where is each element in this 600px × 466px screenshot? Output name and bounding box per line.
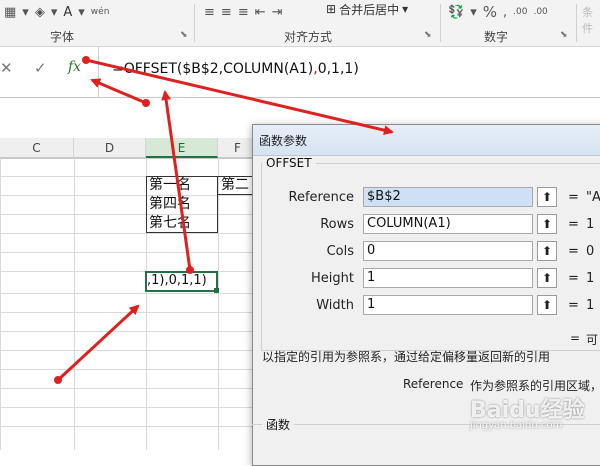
arg-label-width: Width (316, 298, 354, 313)
formula-input[interactable]: =OFFSET($B$2,COLUMN(A1),0,1,1) (112, 61, 359, 77)
arg-label-height: Height (311, 271, 354, 286)
gridline (0, 252, 260, 253)
formula-text-part: =OFFSET($B$2,COLUMN(A1) (112, 61, 314, 77)
comma-style-button[interactable]: , (503, 5, 507, 20)
watermark-url: jingyan.baidu.com (470, 420, 563, 431)
decrease-indent-icon[interactable]: ⇤ (255, 5, 266, 20)
arg-label-reference: Reference (288, 190, 354, 205)
arg-result-cols: 0 (586, 244, 595, 259)
arg-input-rows[interactable]: COLUMN(A1) (363, 214, 533, 234)
gridline (0, 369, 260, 370)
ribbon-separator (440, 4, 441, 42)
ribbon: ▦ ▾ ◈ ▾ A ▾ wén 字体 ⬊ ≡ ≡ ≡ ⇤ ⇥ ⊞ 合并后居中 ▾… (0, 0, 600, 47)
chevron-down-icon[interactable]: ▾ (78, 5, 85, 20)
formula-bar: ✕ ✓ fx =OFFSET($B$2,COLUMN(A1),0,1,1) (0, 47, 600, 127)
arg-equals: = (568, 271, 579, 286)
arg-input-reference[interactable]: $B$2 (363, 187, 533, 207)
column-header-d[interactable]: D (74, 138, 146, 158)
dialog-title-bar[interactable]: 函数参数 (253, 125, 600, 156)
active-cell-edit-text[interactable]: ,1),0,1,1) (147, 271, 207, 291)
arg-result-width: 1 (586, 298, 595, 313)
gridline (0, 331, 260, 332)
chevron-down-icon[interactable]: ▾ (470, 5, 477, 20)
ribbon-number-tools: 💱 ▾ % , .00 .00 (448, 0, 548, 24)
gridline (0, 407, 260, 408)
formula-text-part: 0,1,1) (317, 61, 359, 77)
arg-help-name: Reference (403, 377, 464, 391)
number-dialog-launcher-icon[interactable]: ⬊ (560, 30, 568, 40)
collapse-dialog-icon[interactable]: ⬆ (537, 268, 557, 288)
collapse-dialog-icon[interactable]: ⬆ (537, 187, 557, 207)
borders-icon[interactable]: ▦ (4, 5, 16, 20)
font-color-icon[interactable]: A (63, 5, 72, 20)
font-dialog-launcher-icon[interactable]: ⬊ (180, 30, 188, 40)
gridline (0, 293, 260, 294)
group-label-number: 数字 (484, 30, 509, 44)
gridline (0, 214, 260, 215)
enter-icon[interactable]: ✓ (34, 59, 47, 77)
formula-result-value: 可 (586, 333, 599, 347)
column-header-e[interactable]: E (146, 138, 218, 158)
arg-result-reference: "A (586, 190, 600, 205)
arg-label-rows: Rows (320, 217, 354, 232)
gridline (0, 388, 260, 389)
arg-result-rows: 1 (586, 217, 595, 232)
function-name: OFFSET (262, 156, 316, 170)
gridline (0, 312, 260, 313)
arg-result-height: 1 (586, 271, 595, 286)
ribbon-separator (194, 4, 195, 42)
dialog-title: 函数参数 (259, 134, 308, 148)
function-description: 以指定的引用为参照系，通过给定偏移量返回新的引用 (262, 350, 551, 364)
insert-function-icon[interactable]: fx (68, 59, 81, 75)
gridline (0, 233, 260, 234)
percent-button[interactable]: % (483, 3, 497, 21)
chevron-down-icon[interactable]: ▾ (51, 5, 58, 20)
collapse-dialog-icon[interactable]: ⬆ (537, 295, 557, 315)
arg-equals: = (568, 217, 579, 232)
align-center-icon[interactable]: ≡ (221, 5, 232, 20)
fill-handle[interactable] (214, 288, 219, 293)
currency-icon[interactable]: 💱 (448, 5, 464, 20)
formula-result-equals: = (570, 331, 581, 345)
ribbon-font-tools: ▦ ▾ ◈ ▾ A ▾ wén (4, 0, 109, 24)
collapse-dialog-icon[interactable]: ⬆ (537, 214, 557, 234)
ribbon-partial-label: 条件 (582, 6, 593, 35)
arg-equals: = (568, 298, 579, 313)
function-help-section: 函数 (262, 416, 295, 433)
arg-equals: = (568, 190, 579, 205)
column-header-c[interactable]: C (0, 138, 74, 158)
collapse-dialog-icon[interactable]: ⬆ (537, 241, 557, 261)
align-left-icon[interactable]: ≡ (204, 5, 215, 20)
merge-center-label: 合并后居中 (339, 2, 400, 17)
arg-label-cols: Cols (326, 244, 354, 259)
cell-f1[interactable]: 第二 (221, 175, 255, 195)
gridline (0, 350, 260, 351)
ribbon-separator (576, 4, 577, 42)
align-right-icon[interactable]: ≡ (238, 5, 249, 20)
group-label-font: 字体 (50, 30, 75, 44)
merge-center-icon: ⊞ (326, 2, 337, 16)
merge-center-button[interactable]: ⊞ 合并后居中 ▾ (326, 0, 408, 18)
chevron-down-icon[interactable]: ▾ (22, 5, 29, 20)
phonetic-icon[interactable]: wén (91, 7, 110, 17)
cancel-icon[interactable]: ✕ (0, 59, 13, 77)
gridline (0, 195, 260, 196)
fill-color-icon[interactable]: ◈ (35, 5, 45, 20)
cell-e2[interactable]: 第四名 (149, 194, 191, 214)
arg-input-height[interactable]: 1 (363, 268, 533, 288)
cell-e1[interactable]: 第一名 (149, 175, 191, 195)
group-label-alignment: 对齐方式 (284, 30, 333, 44)
chevron-down-icon: ▾ (402, 2, 409, 16)
arg-input-cols[interactable]: 0 (363, 241, 533, 261)
decrease-decimal-icon[interactable]: .00 (533, 7, 547, 17)
ribbon-align-tools: ≡ ≡ ≡ ⇤ ⇥ (204, 0, 283, 24)
arg-equals: = (568, 244, 579, 259)
increase-indent-icon[interactable]: ⇥ (272, 5, 283, 20)
gridline (0, 271, 260, 272)
arg-input-width[interactable]: 1 (363, 295, 533, 315)
alignment-dialog-launcher-icon[interactable]: ⬊ (424, 30, 432, 40)
gridline (0, 426, 260, 427)
increase-decimal-icon[interactable]: .00 (513, 7, 527, 17)
cell-e3[interactable]: 第七名 (149, 213, 191, 233)
